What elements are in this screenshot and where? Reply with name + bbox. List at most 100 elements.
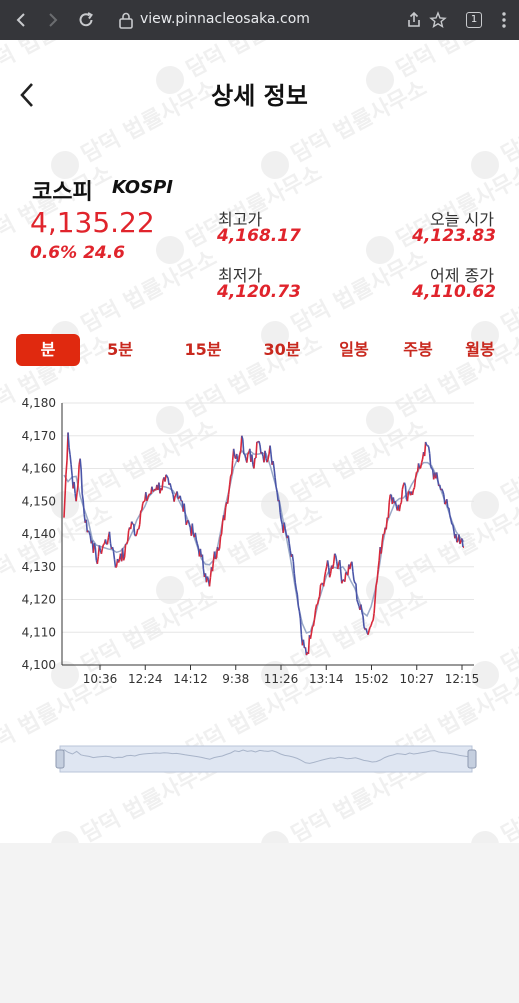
zoom-handle-left[interactable] <box>55 749 65 769</box>
price-segment <box>297 605 301 612</box>
price-segment <box>195 539 199 545</box>
price-segment <box>140 503 144 511</box>
price-segment <box>170 487 173 492</box>
back-arrow-icon[interactable] <box>8 6 36 34</box>
forward-arrow-icon[interactable] <box>38 6 66 34</box>
zoom-handle-right[interactable] <box>467 749 477 769</box>
price-segment <box>243 453 246 456</box>
price-segment <box>251 454 254 465</box>
price-segment <box>326 560 330 568</box>
price-segment <box>360 604 363 613</box>
price-segment <box>451 523 454 526</box>
price-segment <box>137 524 141 530</box>
price-segment <box>448 507 451 516</box>
price-segment <box>165 474 168 477</box>
chart-zoom-slider[interactable] <box>0 738 519 778</box>
price-segment <box>238 450 242 455</box>
price-segment <box>208 577 212 587</box>
page-title: 상세 정보 <box>211 82 308 110</box>
price-segment <box>104 539 108 545</box>
watermark-text: 담덕 법률사무소 <box>497 246 519 338</box>
price-segment <box>413 478 417 488</box>
y-tick-label: 4,160 <box>22 462 56 476</box>
browser-toolbar: view.pinnacleosaka.com 1 <box>0 0 519 40</box>
price-segment <box>435 472 439 480</box>
price-segment <box>237 454 241 462</box>
x-tick-label: 12:15 <box>445 672 480 685</box>
price-segment <box>309 632 313 639</box>
price-segment <box>275 486 278 493</box>
reload-icon[interactable] <box>72 6 100 34</box>
price-segment <box>94 547 98 561</box>
price-segment <box>376 569 379 581</box>
price-segment <box>261 451 264 457</box>
tab-daily[interactable]: 일봉 <box>332 334 376 366</box>
price-segment <box>269 445 272 455</box>
price-segment <box>247 452 250 455</box>
y-tick-label: 4,170 <box>22 429 56 443</box>
price-segment <box>296 594 300 607</box>
price-segment <box>130 521 134 525</box>
price-segment <box>331 563 335 570</box>
address-bar[interactable]: view.pinnacleosaka.com <box>106 5 436 35</box>
price-segment <box>428 453 432 467</box>
price-segment <box>188 523 192 528</box>
price-segment <box>369 625 372 628</box>
price-segment <box>80 469 83 494</box>
price-segment <box>341 579 344 584</box>
price-segment <box>228 475 232 485</box>
bookmark-star-icon[interactable] <box>424 6 452 34</box>
price-segment <box>424 441 428 446</box>
price-segment <box>132 524 136 536</box>
price-segment <box>201 554 205 570</box>
price-segment <box>461 538 464 548</box>
price-segment <box>82 500 85 515</box>
tab-weekly[interactable]: 주봉 <box>396 334 440 366</box>
price-segment <box>429 466 433 469</box>
watermark-text: 담덕 법률사무소 <box>182 40 326 83</box>
price-segment <box>278 500 281 513</box>
tab-15min[interactable]: 15분 <box>176 334 230 366</box>
x-tick-label: 15:02 <box>354 672 389 685</box>
price-segment <box>100 548 104 554</box>
price-segment <box>431 467 434 471</box>
y-tick-label: 4,150 <box>22 494 56 508</box>
price-segment <box>419 462 423 469</box>
price-segment <box>394 501 398 507</box>
y-tick-label: 4,140 <box>22 527 56 541</box>
tab-monthly[interactable]: 월봉 <box>458 334 502 366</box>
price-segment <box>259 444 262 454</box>
watermark-text: 담덕 법률사무소 <box>392 40 519 83</box>
price-segment <box>185 521 188 526</box>
price-segment <box>412 487 416 490</box>
price-segment <box>456 540 459 543</box>
price-segment <box>420 458 424 463</box>
price-segment <box>455 533 458 543</box>
menu-dots-icon[interactable] <box>490 6 518 34</box>
price-segment <box>196 543 200 548</box>
y-tick-label: 4,100 <box>22 658 56 672</box>
x-tick-label: 9:38 <box>222 672 249 685</box>
tab-30min[interactable]: 30분 <box>254 334 310 366</box>
price-segment <box>291 554 295 562</box>
price-segment <box>87 530 90 533</box>
price-segment <box>96 556 100 565</box>
price-segment <box>138 511 142 525</box>
price-segment <box>375 580 378 586</box>
x-tick-label: 10:27 <box>399 672 434 685</box>
price-segment <box>411 489 415 496</box>
price-chart[interactable]: 4,180 4,170 4,160 4,150 4,140 4,130 4,120 4,110… <box>0 385 519 685</box>
price-segment <box>183 503 187 515</box>
price-segment <box>187 520 191 525</box>
tab-count-button[interactable]: 1 <box>466 12 482 28</box>
tab-minute[interactable]: 분 <box>16 334 80 366</box>
y-tick-label: 4,110 <box>22 625 56 639</box>
price-segment <box>264 450 267 459</box>
tab-5min[interactable]: 5분 <box>96 334 144 366</box>
price-segment <box>299 618 303 635</box>
price-segment <box>125 541 129 545</box>
price-segment <box>68 447 71 455</box>
price-segment <box>146 497 149 502</box>
price-segment <box>88 531 92 537</box>
price-segment <box>450 519 453 525</box>
